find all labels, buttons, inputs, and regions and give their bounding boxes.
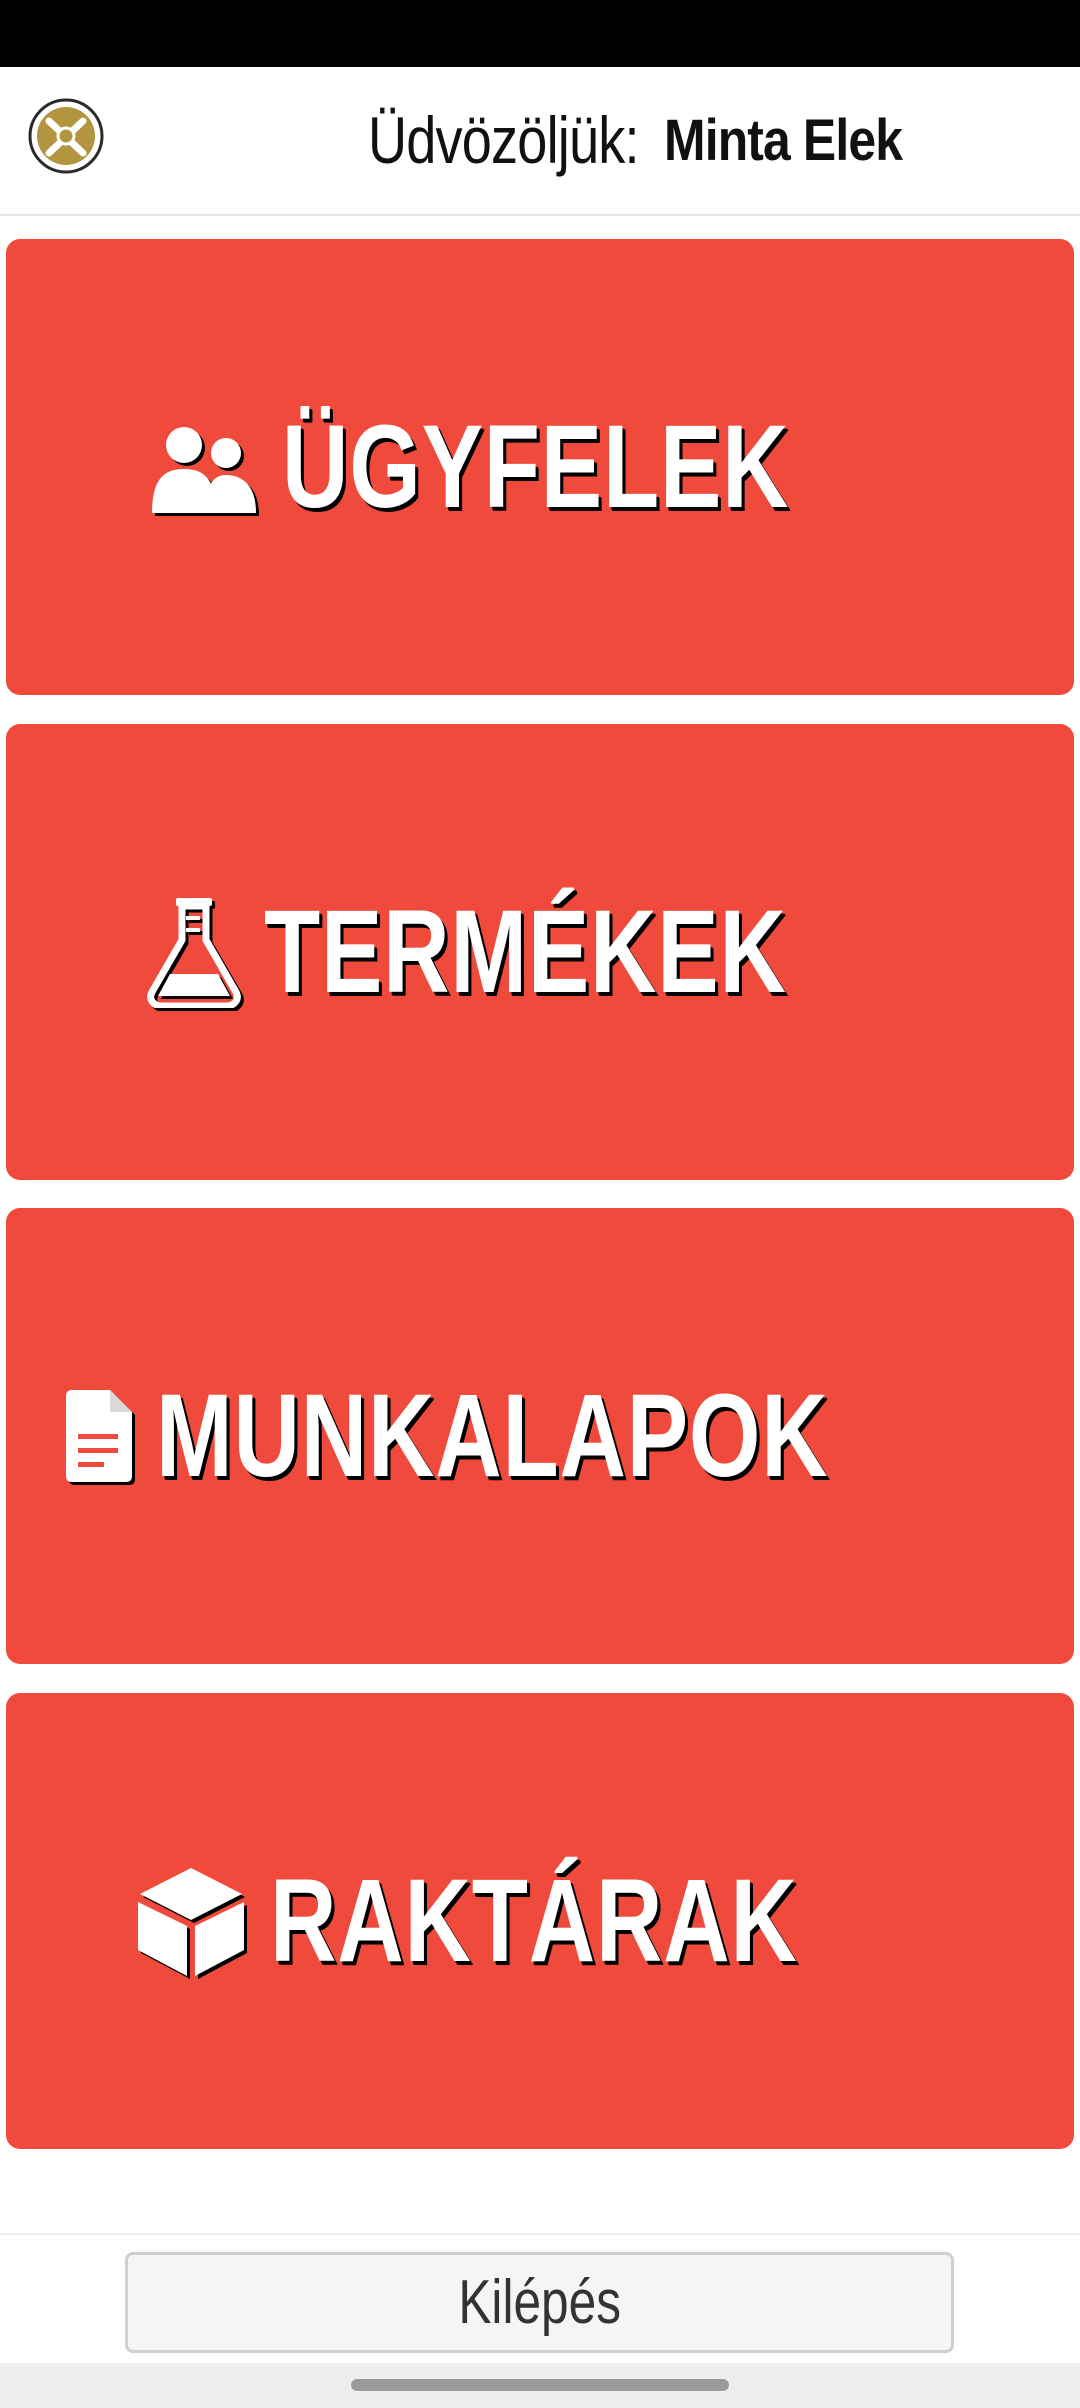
footer-divider xyxy=(0,2233,1080,2235)
system-nav-bar xyxy=(0,2363,1080,2408)
user-name: Minta Elek xyxy=(664,107,903,173)
tile-raktarak[interactable]: RAKTÁRAK xyxy=(6,1693,1074,2149)
tools-emblem-icon[interactable] xyxy=(27,97,105,175)
flask-icon xyxy=(147,898,241,1008)
logout-button[interactable]: Kilépés xyxy=(125,2252,954,2353)
tile-ugyfelek[interactable]: ÜGYFELEK xyxy=(6,239,1074,695)
welcome-greeting: Üdvözöljük: Minta Elek xyxy=(368,95,941,185)
status-bar xyxy=(0,0,1080,67)
tile-label: RAKTÁRAK xyxy=(269,1855,798,1987)
app-header: Üdvözöljük: Minta Elek xyxy=(0,67,1080,216)
tile-termekek[interactable]: TERMÉKEK xyxy=(6,724,1074,1180)
tile-label: MUNKALAPOK xyxy=(155,1370,829,1502)
box-icon xyxy=(137,1868,244,1976)
document-icon xyxy=(65,1390,132,1482)
logout-label: Kilépés xyxy=(458,2268,621,2337)
tile-label: TERMÉKEK xyxy=(263,886,787,1018)
tile-munkalapok[interactable]: MUNKALAPOK xyxy=(6,1208,1074,1664)
welcome-label: Üdvözöljük: xyxy=(368,103,640,177)
tile-label: ÜGYFELEK xyxy=(281,401,790,533)
home-indicator[interactable] xyxy=(351,2379,729,2391)
users-icon xyxy=(151,427,256,513)
